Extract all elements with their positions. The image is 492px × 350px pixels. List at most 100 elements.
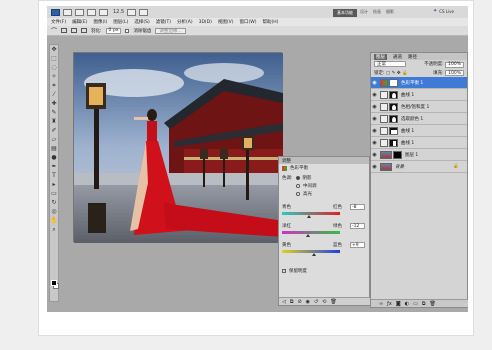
crop-icon[interactable]: ⌗ bbox=[50, 82, 58, 90]
visibility-eye-icon[interactable]: ◉ bbox=[371, 116, 378, 122]
tab-channels[interactable]: 通道 bbox=[393, 54, 402, 60]
tone-midtones-radio[interactable] bbox=[296, 184, 300, 188]
lasso-icon[interactable]: ◌ bbox=[50, 64, 58, 72]
cslive-button[interactable]: ✦ CS Live bbox=[433, 8, 454, 14]
tone-shadows-radio[interactable] bbox=[295, 176, 300, 180]
antialias-checkbox[interactable] bbox=[125, 28, 130, 33]
yellow-blue-track[interactable] bbox=[282, 250, 340, 256]
opacity-input[interactable]: 100% bbox=[445, 61, 464, 68]
visibility-eye-icon[interactable]: ◉ bbox=[371, 92, 378, 98]
preserve-luminosity-checkbox[interactable]: ✓ bbox=[282, 268, 286, 273]
stamp-icon[interactable]: ♜ bbox=[50, 118, 58, 126]
dodge-icon[interactable]: ● bbox=[50, 154, 58, 162]
workspace-photography-button[interactable]: 摄影 bbox=[386, 9, 394, 15]
cyan-red-value[interactable]: -8 bbox=[350, 204, 365, 210]
menu-select[interactable]: 选择(S) bbox=[134, 19, 149, 25]
hand-view-icon[interactable] bbox=[99, 8, 108, 16]
workspace-design-button[interactable]: 设计 bbox=[360, 9, 368, 15]
visibility-eye-icon[interactable]: ◉ bbox=[371, 140, 378, 146]
previous-state-icon[interactable]: ↺ bbox=[314, 299, 318, 305]
menu-analysis[interactable]: 分析(A) bbox=[177, 19, 193, 25]
marquee-icon[interactable]: ⬚ bbox=[50, 55, 58, 63]
minibridge-icon[interactable] bbox=[75, 8, 84, 16]
cyan-red-track[interactable] bbox=[282, 212, 340, 218]
reset-icon[interactable]: ⟲ bbox=[322, 299, 326, 305]
layer-row[interactable]: ◉ 曲线 1 bbox=[371, 125, 467, 137]
clip-icon[interactable]: ⊘ bbox=[297, 299, 301, 305]
magenta-green-track[interactable] bbox=[282, 231, 340, 237]
menu-view[interactable]: 视图(V) bbox=[218, 19, 234, 25]
cyan-red-knob[interactable] bbox=[306, 215, 311, 218]
yellow-blue-knob[interactable] bbox=[311, 253, 316, 256]
yellow-blue-value[interactable]: +9 bbox=[350, 242, 365, 248]
zoom-level[interactable]: 12.5 bbox=[113, 9, 124, 15]
lock-icons[interactable]: ▢ ✎ ✥ 🔒 bbox=[386, 71, 408, 76]
new-selection-icon[interactable] bbox=[61, 28, 68, 33]
menu-file[interactable]: 文件(F) bbox=[51, 19, 66, 25]
menu-filter[interactable]: 滤镜(T) bbox=[156, 19, 171, 25]
magic-wand-icon[interactable]: ✧ bbox=[50, 73, 58, 81]
visibility-eye-icon[interactable]: ◉ bbox=[371, 164, 378, 170]
new-group-icon[interactable]: ▭ bbox=[413, 301, 418, 307]
layer-row[interactable]: ◉ 曲线 1 bbox=[371, 137, 467, 149]
add-selection-icon[interactable] bbox=[71, 28, 78, 33]
layer-mask-thumb[interactable] bbox=[389, 126, 398, 135]
hand-icon[interactable]: ✋ bbox=[50, 217, 58, 225]
menu-layer[interactable]: 图层(L) bbox=[113, 19, 128, 25]
layer-row[interactable]: ◉ 曲线 1 bbox=[371, 89, 467, 101]
menu-window[interactable]: 窗口(W) bbox=[239, 19, 256, 25]
move-icon[interactable]: ✥ bbox=[50, 46, 58, 54]
layer-mask-thumb[interactable] bbox=[389, 102, 398, 111]
subtract-selection-icon[interactable] bbox=[81, 28, 88, 33]
layer-row[interactable]: ◉ 图层 1 bbox=[371, 149, 467, 161]
arrange-documents-icon[interactable] bbox=[127, 8, 137, 16]
history-brush-icon[interactable]: ✐ bbox=[50, 127, 58, 135]
3d-rotate-icon[interactable]: ↻ bbox=[50, 199, 58, 207]
feather-input[interactable]: 0 px bbox=[105, 27, 122, 34]
layer-mask-thumb[interactable] bbox=[389, 90, 398, 99]
menu-image[interactable]: 图像(I) bbox=[93, 19, 107, 25]
shape-icon[interactable]: ▭ bbox=[50, 190, 58, 198]
layer-mask-thumb[interactable] bbox=[393, 150, 402, 159]
adjustments-tab[interactable]: 调整 bbox=[279, 157, 369, 164]
visibility-eye-icon[interactable]: ◉ bbox=[371, 80, 378, 86]
layer-style-icon[interactable]: ƒx bbox=[387, 301, 392, 307]
brush-icon[interactable]: ✎ bbox=[50, 109, 58, 117]
magenta-green-value[interactable]: -12 bbox=[350, 223, 365, 229]
expand-icon[interactable]: ⧉ bbox=[290, 299, 294, 305]
3d-orbit-icon[interactable]: ◎ bbox=[50, 208, 58, 216]
visibility-eye-icon[interactable]: ◉ bbox=[371, 152, 378, 158]
layer-mask-thumb[interactable] bbox=[389, 78, 398, 87]
eraser-icon[interactable]: ▱ bbox=[50, 136, 58, 144]
new-layer-icon[interactable]: ⧉ bbox=[422, 301, 426, 307]
layer-row[interactable]: ◉ 色相/饱和度 1 bbox=[371, 101, 467, 113]
delete-icon[interactable]: 🗑 bbox=[330, 299, 336, 305]
visibility-eye-icon[interactable]: ◉ bbox=[371, 104, 378, 110]
screen-mode-icon[interactable] bbox=[139, 8, 149, 16]
refine-edge-button[interactable]: 调整边缘... bbox=[155, 27, 186, 34]
layer-row[interactable]: ◉ 色彩平衡 1 bbox=[371, 77, 467, 89]
pen-icon[interactable]: ✒ bbox=[50, 163, 58, 171]
path-select-icon[interactable]: ▸ bbox=[50, 181, 58, 189]
visibility-eye-icon[interactable]: ◉ bbox=[371, 128, 378, 134]
add-mask-icon[interactable]: ◙ bbox=[396, 301, 401, 307]
gradient-icon[interactable]: ▤ bbox=[50, 145, 58, 153]
guides-icon[interactable] bbox=[87, 8, 96, 16]
workspace-painting-button[interactable]: 绘画 bbox=[373, 9, 381, 15]
return-icon[interactable]: ◁ bbox=[282, 299, 286, 305]
tab-layers[interactable]: 图层 bbox=[374, 53, 387, 60]
tone-highlights-radio[interactable] bbox=[296, 192, 300, 196]
menu-edit[interactable]: 编辑(E) bbox=[72, 19, 87, 25]
eyedropper-icon[interactable]: ⁄ bbox=[50, 91, 58, 99]
menu-3d[interactable]: 3D(D) bbox=[199, 20, 212, 25]
magenta-green-knob[interactable] bbox=[305, 234, 310, 237]
document-canvas[interactable] bbox=[73, 52, 284, 243]
fill-input[interactable]: 100% bbox=[445, 70, 464, 76]
healing-icon[interactable]: ✚ bbox=[50, 100, 58, 108]
layer-row[interactable]: ◉ 选取颜色 1 bbox=[371, 113, 467, 125]
layer-mask-thumb[interactable] bbox=[389, 138, 398, 147]
type-icon[interactable]: T bbox=[50, 172, 58, 180]
new-adjustment-icon[interactable]: ◐ bbox=[405, 301, 409, 307]
workspace-essentials-button[interactable]: 基本功能 bbox=[333, 9, 357, 17]
blend-mode-select[interactable]: 正常 bbox=[374, 61, 406, 68]
